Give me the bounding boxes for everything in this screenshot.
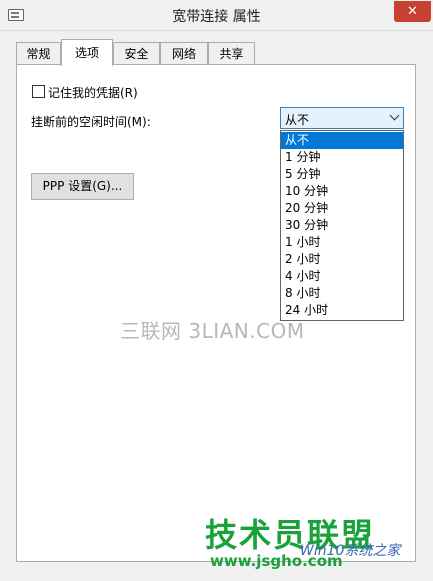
dropdown-option[interactable]: 从不	[281, 132, 403, 149]
dropdown-option[interactable]: 10 分钟	[281, 183, 403, 200]
tab-sharing[interactable]: 共享	[208, 42, 255, 64]
idle-time-select[interactable]: 从不	[280, 107, 404, 129]
dropdown-option[interactable]: 8 小时	[281, 285, 403, 302]
dropdown-option[interactable]: 20 分钟	[281, 200, 403, 217]
dropdown-option[interactable]: 1 小时	[281, 234, 403, 251]
ppp-settings-button[interactable]: PPP 设置(G)...	[31, 173, 134, 200]
chevron-down-icon	[389, 110, 400, 121]
remember-credentials-checkbox[interactable]	[32, 85, 45, 98]
idle-time-value: 从不	[285, 113, 310, 127]
remember-credentials-label: 记住我的凭据(R)	[48, 86, 138, 100]
idle-time-label: 挂断前的空闲时间(M):	[31, 115, 151, 129]
dropdown-option[interactable]: 5 分钟	[281, 166, 403, 183]
close-icon: ✕	[407, 4, 418, 19]
tab-networking[interactable]: 网络	[160, 42, 208, 64]
close-button[interactable]: ✕	[394, 1, 431, 22]
dropdown-option[interactable]: 30 分钟	[281, 217, 403, 234]
watermark-text: 三联网 3LIAN.COM	[120, 319, 305, 343]
title-bar: 宽带连接 属性 ✕	[0, 0, 433, 31]
tab-security[interactable]: 安全	[113, 42, 160, 64]
window-title: 宽带连接 属性	[172, 9, 261, 25]
tab-options[interactable]: 选项	[61, 39, 113, 66]
dropdown-option[interactable]: 24 小时	[281, 302, 403, 319]
dropdown-option[interactable]: 4 小时	[281, 268, 403, 285]
idle-time-dropdown-list: 从不 1 分钟 5 分钟 10 分钟 20 分钟 30 分钟 1 小时 2 小时…	[280, 130, 404, 321]
dropdown-option[interactable]: 1 分钟	[281, 149, 403, 166]
tab-general[interactable]: 常规	[16, 42, 61, 64]
watermark-url: www.jsgho.com	[210, 552, 343, 570]
dropdown-option[interactable]: 2 小时	[281, 251, 403, 268]
